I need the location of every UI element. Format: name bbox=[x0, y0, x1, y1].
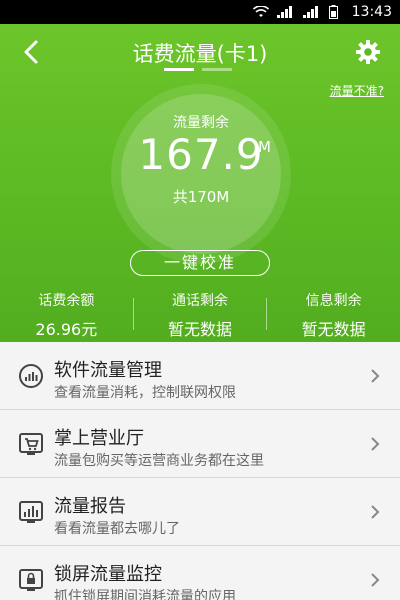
cart-icon bbox=[19, 433, 43, 455]
page-indicator bbox=[164, 68, 232, 71]
list-item-subtitle: 看看流量都去哪儿了 bbox=[54, 521, 180, 537]
list-item-online-store[interactable]: 掌上营业厅 流量包购买等运营商业务都在这里 bbox=[0, 410, 400, 478]
status-icons bbox=[253, 5, 338, 19]
total-quota: 共170M bbox=[172, 188, 230, 206]
page-dot-active bbox=[164, 68, 194, 71]
stat-label: 信息剩余 bbox=[305, 293, 362, 309]
list-item-title: 流量报告 bbox=[54, 496, 126, 517]
list-item-title: 软件流量管理 bbox=[54, 360, 162, 381]
stat-label: 话费余额 bbox=[38, 293, 95, 309]
stat-sms-remaining: 信息剩余 暂无数据 bbox=[267, 284, 400, 340]
stat-value: 26.96元 bbox=[35, 320, 98, 339]
stat-label: 通话剩余 bbox=[172, 293, 228, 309]
feature-list: 软件流量管理 查看流量消耗，控制联网权限 掌上营业厅 流量包购买等运营商业务都在… bbox=[0, 342, 400, 600]
stat-value: 暂无数据 bbox=[301, 320, 366, 339]
page-dot bbox=[202, 68, 232, 71]
traffic-inaccurate-link[interactable]: 流量不准? bbox=[330, 82, 384, 99]
stat-phone-balance: 话费余额 26.96元 bbox=[0, 284, 133, 340]
traffic-header: 话费流量(卡1) 流量不准? 流量剩余 167.9 M 共170M 一键校准 话… bbox=[0, 24, 400, 342]
list-item-subtitle: 流量包购买等运营商业务都在这里 bbox=[54, 453, 264, 469]
list-item-subtitle: 查看流量消耗，控制联网权限 bbox=[54, 385, 236, 401]
list-item-title: 掌上营业厅 bbox=[54, 428, 144, 449]
gear-icon[interactable] bbox=[354, 38, 382, 66]
status-bar: 13:43 bbox=[0, 0, 400, 24]
stat-call-remaining: 通话剩余 暂无数据 bbox=[134, 284, 267, 340]
chevron-right-icon bbox=[371, 437, 380, 451]
one-click-calibrate-button[interactable]: 一键校准 bbox=[130, 250, 270, 276]
remaining-value: 167.9 bbox=[138, 130, 264, 179]
chevron-right-icon bbox=[371, 505, 380, 519]
speedometer-icon bbox=[19, 364, 43, 388]
status-time: 13:43 bbox=[351, 4, 392, 20]
page-title: 话费流量(卡1) bbox=[132, 42, 268, 66]
list-item-subtitle: 抓住锁屏期间消耗流量的应用 bbox=[54, 589, 236, 600]
wifi-icon bbox=[253, 6, 269, 17]
stat-value: 暂无数据 bbox=[168, 320, 233, 339]
chevron-right-icon bbox=[371, 369, 380, 383]
signal-icon-sim2 bbox=[303, 6, 318, 18]
balance-stats: 话费余额 26.96元 通话剩余 暂无数据 信息剩余 暂无数据 bbox=[0, 284, 400, 340]
list-item-lockscreen-monitor[interactable]: 锁屏流量监控 抓住锁屏期间消耗流量的应用 bbox=[0, 546, 400, 600]
lock-screen-icon bbox=[19, 569, 43, 591]
remaining-unit: M bbox=[258, 138, 271, 156]
chevron-right-icon bbox=[371, 573, 380, 587]
report-chart-icon bbox=[19, 501, 43, 523]
list-item-title: 锁屏流量监控 bbox=[54, 564, 162, 585]
list-item-traffic-report[interactable]: 流量报告 看看流量都去哪儿了 bbox=[0, 478, 400, 546]
signal-icon-sim1 bbox=[277, 6, 292, 18]
remaining-label: 流量剩余 bbox=[173, 115, 229, 131]
battery-icon bbox=[329, 5, 338, 19]
list-item-app-traffic[interactable]: 软件流量管理 查看流量消耗，控制联网权限 bbox=[0, 342, 400, 410]
